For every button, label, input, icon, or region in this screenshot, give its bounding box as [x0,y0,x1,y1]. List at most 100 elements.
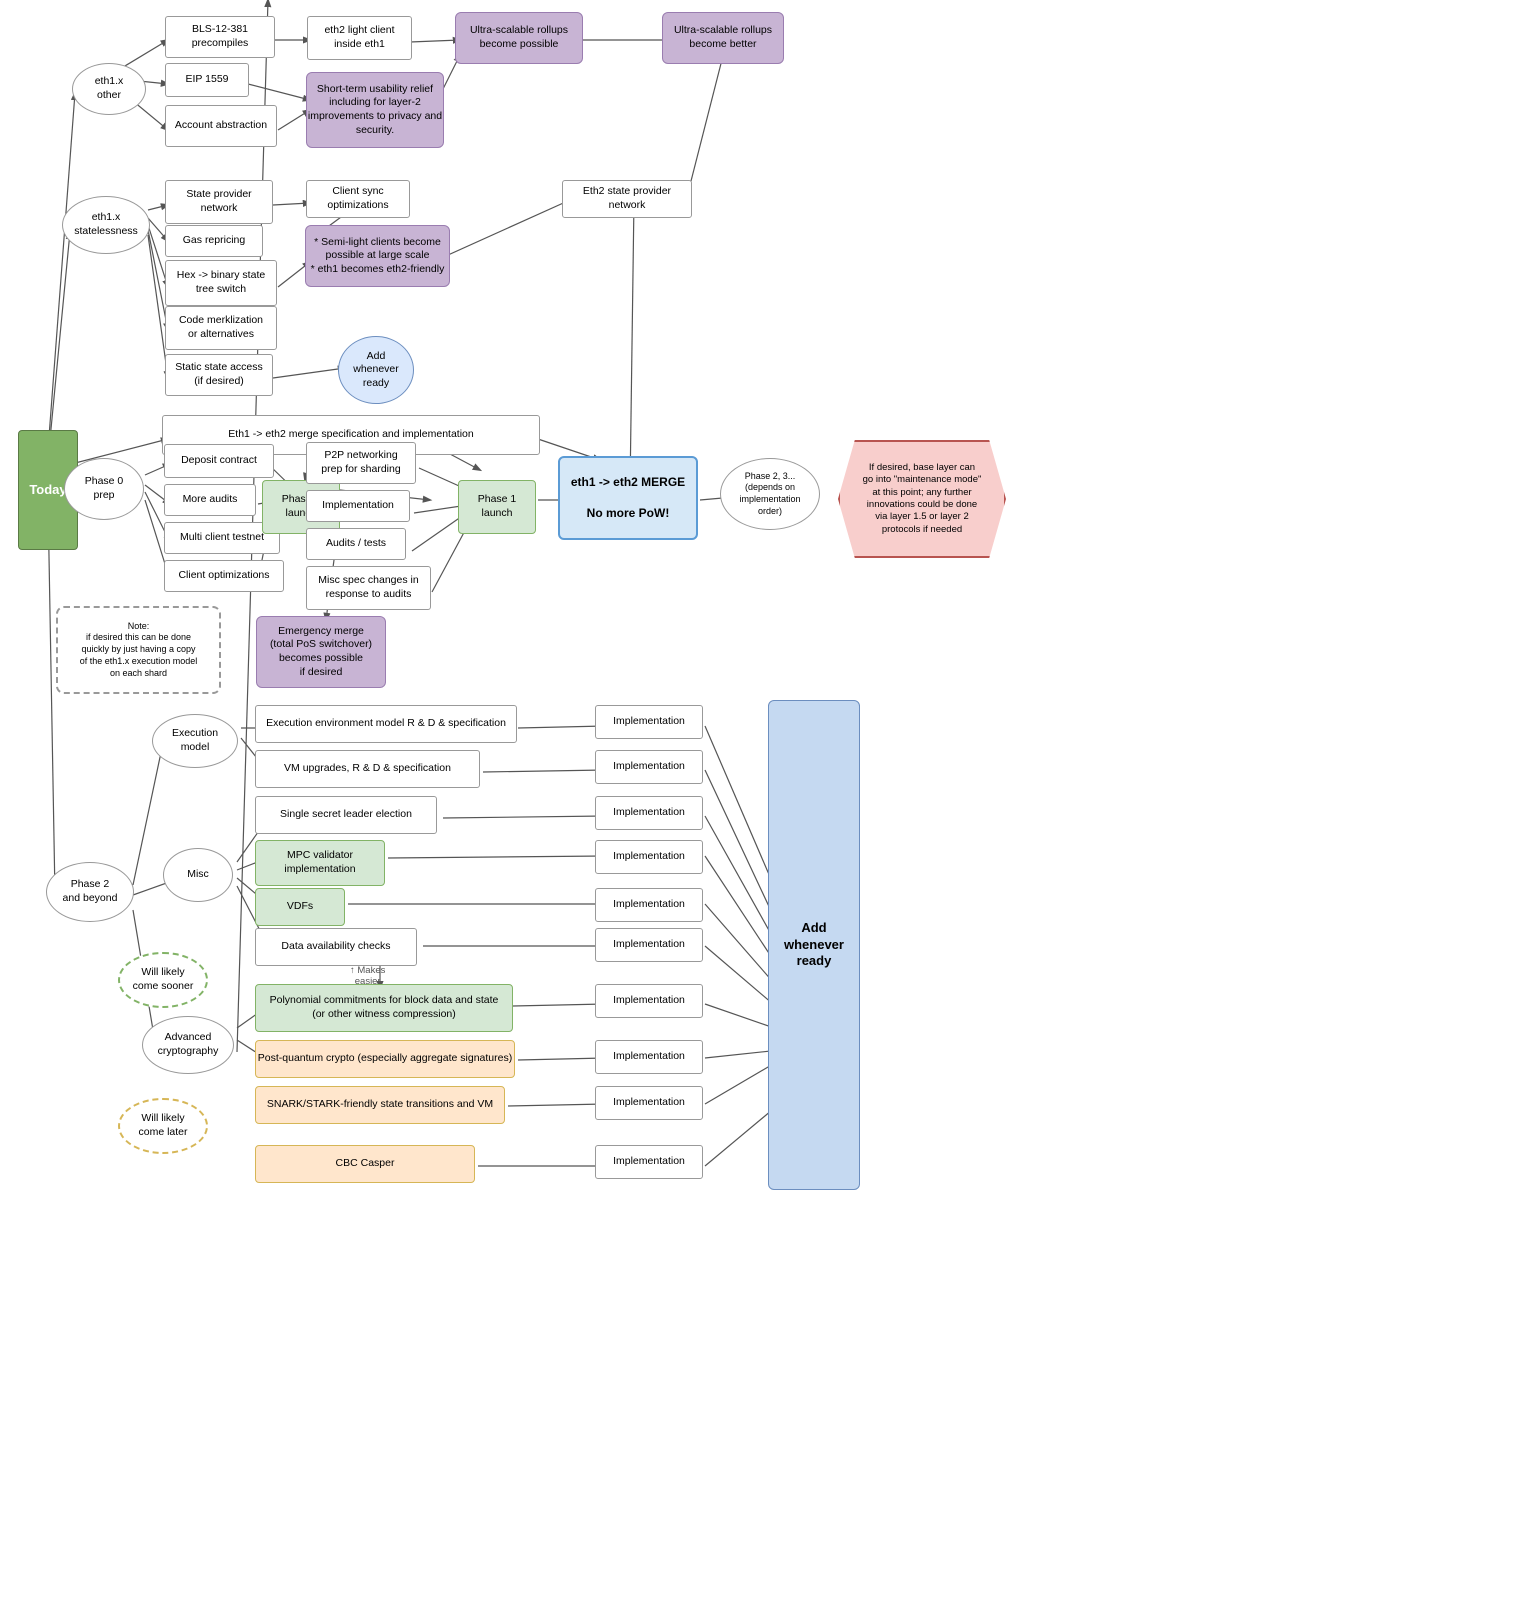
polynomial-label: Polynomial commitments for block data an… [270,994,499,1021]
note-box-label: Note:if desired this can be donequickly … [76,617,202,683]
add-whenever-ready-1-label: Addwheneverready [353,350,399,391]
phase2-beyond-node: Phase 2and beyond [46,862,134,922]
snark-stark-node: SNARK/STARK-friendly state transitions a… [255,1086,505,1124]
phase1-launch-label: Phase 1launch [478,493,517,520]
bls-label: BLS-12-381precompiles [192,23,249,50]
emergency-merge-node: Emergency merge(total PoS switchover)bec… [256,616,386,688]
exec-env-model-label: Execution environment model R & D & spec… [266,717,506,731]
misc-spec-label: Misc spec changes inresponse to audits [318,574,418,601]
impl-exec-env-node: Implementation [595,705,703,739]
gas-repricing-label: Gas repricing [183,234,245,248]
state-provider-network-node: State providernetwork [165,180,273,224]
post-quantum-node: Post-quantum crypto (especially aggregat… [255,1040,515,1078]
execution-model-node: Executionmodel [152,714,238,768]
ultra-scalable-2-node: Ultra-scalable rollupsbecome better [662,12,784,64]
add-whenever-ready-1-node: Addwheneverready [338,336,414,404]
impl-poly-label: Implementation [613,994,685,1008]
impl-single-secret-label: Implementation [613,806,685,820]
add-whenever-ready-2-label: Addwheneverready [784,920,844,971]
impl-post-quantum-node: Implementation [595,1040,703,1074]
impl-single-secret-node: Implementation [595,796,703,830]
data-availability-label: Data availability checks [281,940,390,954]
will-likely-sooner-label: Will likelycome sooner [133,966,194,993]
mpc-validator-label: MPC validatorimplementation [284,849,355,876]
eth2-light-client-node: eth2 light clientinside eth1 [307,16,412,60]
eth1x-statelessness-label: eth1.xstatelessness [74,211,138,238]
semi-light-clients-label: * Semi-light clients becomepossible at l… [311,236,445,277]
ultra-scalable-2-label: Ultra-scalable rollupsbecome better [674,24,772,51]
today-label: Today [29,482,66,499]
misc-spec-node: Misc spec changes inresponse to audits [306,566,431,610]
base-layer-node: If desired, base layer cango into "maint… [838,440,1006,558]
impl-cbc-label: Implementation [613,1155,685,1169]
phase0-prep-node: Phase 0prep [64,458,144,520]
p2p-networking-label: P2P networkingprep for sharding [321,449,400,476]
implementation-phase-node: Implementation [306,490,410,522]
phase0-prep-label: Phase 0prep [85,475,124,502]
ultra-scalable-1-node: Ultra-scalable rollupsbecome possible [455,12,583,64]
static-state-access-node: Static state access(if desired) [165,354,273,396]
cbc-casper-label: CBC Casper [336,1157,395,1171]
eip1559-label: EIP 1559 [185,73,228,87]
single-secret-node: Single secret leader election [255,796,437,834]
audits-tests-label: Audits / tests [326,537,386,551]
impl-exec-env-label: Implementation [613,715,685,729]
vdfs-node: VDFs [255,888,345,926]
will-likely-later-label: Will likelycome later [138,1112,187,1139]
hex-binary-node: Hex -> binary statetree switch [165,260,277,306]
add-whenever-ready-2-node: Addwheneverready [768,700,860,1190]
account-abstraction-label: Account abstraction [175,119,267,133]
eth1-eth2-merge-node: eth1 -> eth2 MERGENo more PoW! [558,456,698,540]
vm-upgrades-label: VM upgrades, R & D & specification [284,762,451,776]
note-box-node: Note:if desired this can be donequickly … [56,606,221,694]
eth2-state-provider-label: Eth2 state providernetwork [583,185,671,212]
impl-vm-node: Implementation [595,750,703,784]
impl-poly-node: Implementation [595,984,703,1018]
client-sync-label: Client syncoptimizations [327,185,388,212]
phase23-label: Phase 2, 3...(depends onimplementationor… [739,471,800,518]
diagram-container: Today eth1.xother BLS-12-381precompiles … [0,0,1523,1601]
multi-client-testnet-label: Multi client testnet [180,531,264,545]
impl-data-avail-node: Implementation [595,928,703,962]
eip1559-node: EIP 1559 [165,63,249,97]
implementation-phase-label: Implementation [322,499,394,513]
advanced-crypto-label: Advancedcryptography [158,1031,219,1058]
single-secret-label: Single secret leader election [280,808,412,822]
impl-post-quantum-label: Implementation [613,1050,685,1064]
eth2-light-client-label: eth2 light clientinside eth1 [324,24,394,51]
impl-vm-label: Implementation [613,760,685,774]
advanced-crypto-node: Advancedcryptography [142,1016,234,1074]
impl-data-avail-label: Implementation [613,938,685,952]
deposit-contract-label: Deposit contract [181,454,257,468]
impl-snark-node: Implementation [595,1086,703,1120]
code-merklization-label: Code merklizationor alternatives [179,314,263,341]
impl-vdfs-label: Implementation [613,898,685,912]
will-likely-sooner-node: Will likelycome sooner [118,952,208,1008]
will-likely-later-node: Will likelycome later [118,1098,208,1154]
deposit-contract-node: Deposit contract [164,444,274,478]
client-optimizations-label: Client optimizations [178,569,269,583]
code-merklization-node: Code merklizationor alternatives [165,306,277,350]
eth1-eth2-merge-label: eth1 -> eth2 MERGENo more PoW! [571,475,685,522]
p2p-networking-node: P2P networkingprep for sharding [306,442,416,484]
vm-upgrades-node: VM upgrades, R & D & specification [255,750,480,788]
hex-binary-label: Hex -> binary statetree switch [177,269,265,296]
base-layer-label: If desired, base layer cango into "maint… [863,462,982,536]
eth2-state-provider-node: Eth2 state providernetwork [562,180,692,218]
static-state-access-label: Static state access(if desired) [175,361,263,388]
impl-mpc-node: Implementation [595,840,703,874]
phase1-launch-node: Phase 1launch [458,480,536,534]
impl-mpc-label: Implementation [613,850,685,864]
impl-snark-label: Implementation [613,1096,685,1110]
vdfs-label: VDFs [287,900,313,914]
bls-node: BLS-12-381precompiles [165,16,275,58]
eth1-eth2-merge-spec-label: Eth1 -> eth2 merge specification and imp… [228,428,473,442]
state-provider-network-label: State providernetwork [186,188,251,215]
eth1x-statelessness-node: eth1.xstatelessness [62,196,150,254]
post-quantum-label: Post-quantum crypto (especially aggregat… [258,1052,512,1066]
client-sync-node: Client syncoptimizations [306,180,410,218]
exec-env-model-node: Execution environment model R & D & spec… [255,705,517,743]
cbc-casper-node: CBC Casper [255,1145,475,1183]
audits-tests-node: Audits / tests [306,528,406,560]
polynomial-node: Polynomial commitments for block data an… [255,984,513,1032]
